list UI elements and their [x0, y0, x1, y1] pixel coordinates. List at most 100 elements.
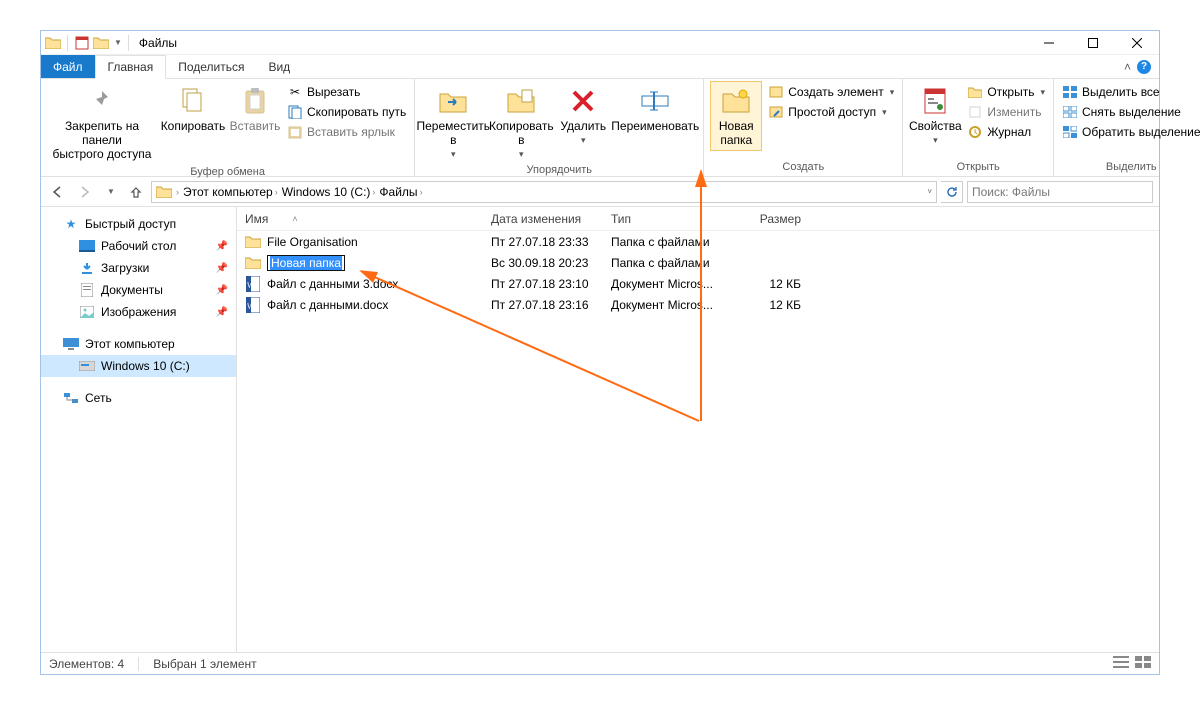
file-type: Документ Micros... [603, 298, 729, 312]
invert-selection-button[interactable]: Обратить выделение [1060, 123, 1200, 141]
nav-downloads[interactable]: Загрузки📌 [41, 257, 236, 279]
file-date: Пт 27.07.18 23:10 [483, 277, 603, 291]
svg-text:W: W [247, 302, 255, 311]
desktop-icon [79, 238, 95, 254]
file-size: 12 КБ [729, 298, 809, 312]
pin-icon [88, 87, 116, 115]
file-type: Папка с файлами [603, 256, 729, 270]
delete-button[interactable]: Удалить▾ [557, 81, 609, 148]
word-icon: W [245, 276, 261, 292]
file-row[interactable]: W Файл с данными.docx Пт 27.07.18 23:16Док… [237, 294, 1159, 315]
history-icon [967, 124, 983, 140]
edit-button[interactable]: Изменить [965, 103, 1047, 121]
column-type[interactable]: Тип [603, 212, 729, 226]
rename-button[interactable]: Переименовать [613, 81, 697, 137]
breadcrumb[interactable]: ›Файлы [372, 185, 417, 199]
move-to-button[interactable]: Переместить в▾ [421, 81, 485, 162]
properties-button[interactable]: Свойства▾ [909, 81, 961, 148]
word-icon: W [245, 297, 261, 313]
rename-input[interactable]: Новая папка [267, 255, 345, 271]
search-box[interactable]: Поиск: Файлы [967, 181, 1153, 203]
window-title: Файлы [139, 36, 177, 50]
up-button[interactable] [125, 181, 147, 203]
recent-locations-button[interactable]: ▼ [99, 181, 121, 203]
move-to-icon [438, 88, 468, 114]
copy-button[interactable]: Копировать [161, 81, 225, 137]
star-icon: ★ [63, 216, 79, 232]
qat-customize-icon[interactable]: ▼ [114, 38, 122, 47]
file-date: Пт 27.07.18 23:16 [483, 298, 603, 312]
network-icon [63, 390, 79, 406]
easy-access-icon [768, 104, 784, 120]
addr-history-dropdown[interactable]: ˅ [927, 187, 932, 196]
column-size[interactable]: Размер [729, 212, 809, 226]
maximize-button[interactable] [1071, 31, 1115, 55]
file-type: Документ Micros... [603, 277, 729, 291]
open-button[interactable]: Открыть [965, 83, 1047, 101]
tab-share[interactable]: Поделиться [166, 55, 256, 78]
separator [128, 35, 129, 51]
column-name[interactable]: Имя˄ [237, 212, 483, 226]
breadcrumb[interactable]: ›Этот компьютер [176, 185, 273, 199]
refresh-button[interactable] [941, 181, 963, 203]
paste-button[interactable]: Вставить [229, 81, 281, 137]
nav-network[interactable]: Сеть [41, 387, 236, 409]
file-size: 12 КБ [729, 277, 809, 291]
qat-newfolder-icon[interactable] [93, 35, 109, 51]
properties-icon [923, 87, 947, 115]
history-button[interactable]: Журнал [965, 123, 1047, 141]
ribbon: Закрепить на панели быстрого доступа Коп… [41, 79, 1159, 177]
help-icon[interactable]: ? [1137, 60, 1151, 74]
view-large-icons-icon[interactable] [1135, 656, 1151, 671]
folder-icon [245, 255, 261, 271]
select-none-button[interactable]: Снять выделение [1060, 103, 1200, 121]
nav-pictures[interactable]: Изображения📌 [41, 301, 236, 323]
explorer-body: ★Быстрый доступ Рабочий стол📌 Загрузки📌 … [41, 207, 1159, 652]
tab-home[interactable]: Главная [95, 55, 167, 79]
view-details-icon[interactable] [1113, 656, 1129, 671]
breadcrumb[interactable]: ›Windows 10 (C:) [275, 185, 371, 199]
group-label-new: Создать [710, 159, 896, 176]
tab-view[interactable]: Вид [256, 55, 302, 78]
nav-documents[interactable]: Документы📌 [41, 279, 236, 301]
nav-desktop[interactable]: Рабочий стол📌 [41, 235, 236, 257]
ribbon-tabs: Файл Главная Поделиться Вид ˄ ? [41, 55, 1159, 79]
address-bar[interactable]: ›Этот компьютер ›Windows 10 (C:) ›Файлы … [151, 181, 937, 203]
group-new: Новая папка Создать элемент Простой дост… [704, 79, 903, 176]
paste-shortcut-button[interactable]: Вставить ярлык [285, 123, 408, 141]
paste-shortcut-icon [287, 124, 303, 140]
group-label-open: Открыть [909, 159, 1047, 176]
new-folder-button[interactable]: Новая папка [710, 81, 762, 151]
pin-quick-access-button[interactable]: Закрепить на панели быстрого доступа [47, 81, 157, 164]
file-row[interactable]: Новая папкаВс 30.09.18 20:23Папка с файл… [237, 252, 1159, 273]
new-item-icon [768, 84, 784, 100]
nav-quick-access[interactable]: ★Быстрый доступ [41, 213, 236, 235]
file-row[interactable]: WФайл с данными 3.docxПт 27.07.18 23:10Д… [237, 273, 1159, 294]
status-selection: Выбран 1 элемент [153, 657, 256, 671]
minimize-button[interactable] [1027, 31, 1071, 55]
status-bar: Элементов: 4 Выбран 1 элемент [41, 652, 1159, 674]
cut-button[interactable]: ✂Вырезать [285, 83, 408, 101]
tab-file[interactable]: Файл [41, 55, 95, 78]
file-name: File Organisation [267, 235, 358, 249]
back-button[interactable] [47, 181, 69, 203]
nav-this-pc[interactable]: Этот компьютер [41, 333, 236, 355]
copy-to-button[interactable]: Копировать в▾ [489, 81, 553, 162]
group-label-select: Выделить [1060, 159, 1200, 176]
column-date[interactable]: Дата изменения [483, 212, 603, 226]
qat-properties-icon[interactable] [74, 35, 90, 51]
forward-button[interactable] [73, 181, 95, 203]
nav-drive-c[interactable]: Windows 10 (C:) [41, 355, 236, 377]
copy-path-button[interactable]: Скопировать путь [285, 103, 408, 121]
group-clipboard: Закрепить на панели быстрого доступа Коп… [41, 79, 415, 176]
file-name: Файл с данными.docx [267, 298, 388, 312]
new-item-button[interactable]: Создать элемент [766, 83, 896, 101]
search-placeholder: Поиск: Файлы [972, 185, 1050, 199]
close-button[interactable] [1115, 31, 1159, 55]
ribbon-collapse-icon[interactable]: ˄ [1124, 60, 1131, 74]
edit-icon [967, 104, 983, 120]
pin-icon: 📌 [216, 241, 228, 252]
file-row[interactable]: File OrganisationПт 27.07.18 23:33Папка … [237, 231, 1159, 252]
select-all-button[interactable]: Выделить все [1060, 83, 1200, 101]
easy-access-button[interactable]: Простой доступ [766, 103, 896, 121]
